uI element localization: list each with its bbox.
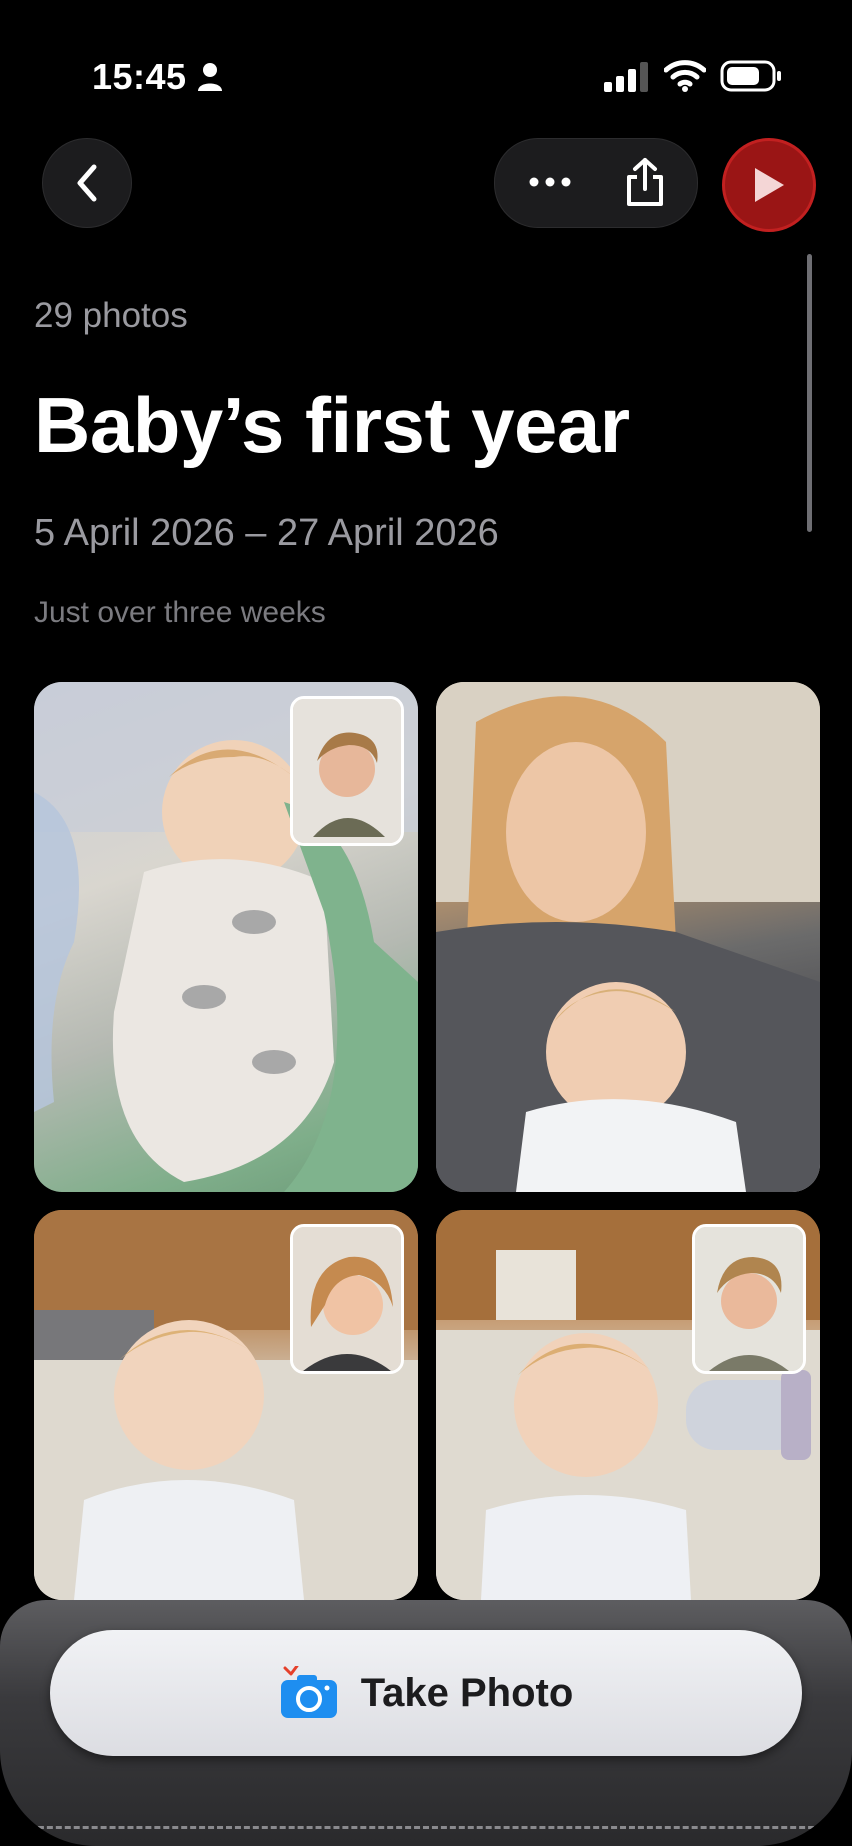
album-date-range: 5 April 2026 – 27 April 2026 bbox=[34, 512, 499, 554]
photo-count: 29 photos bbox=[34, 296, 188, 335]
more-icon[interactable] bbox=[525, 167, 575, 197]
person-icon bbox=[198, 63, 222, 91]
photo-tile[interactable] bbox=[436, 682, 820, 1192]
bottom-action-bar: Take Photo bbox=[0, 1600, 852, 1846]
selfie-inset bbox=[692, 1224, 806, 1374]
play-icon bbox=[755, 168, 784, 202]
back-button[interactable] bbox=[42, 138, 132, 228]
album-title: Baby’s first year bbox=[34, 381, 630, 469]
play-button[interactable] bbox=[722, 138, 816, 232]
cellular-icon bbox=[604, 62, 648, 92]
bar-stitching bbox=[20, 1826, 832, 1829]
status-bar: 15:45 bbox=[0, 0, 852, 150]
photo-tile[interactable] bbox=[436, 1210, 820, 1600]
share-icon[interactable] bbox=[623, 157, 667, 207]
status-time: 15:45 bbox=[92, 56, 187, 97]
actions-pill bbox=[494, 138, 698, 228]
photo-image bbox=[436, 682, 820, 1192]
battery-icon bbox=[720, 60, 781, 92]
chevron-left-icon bbox=[77, 164, 97, 202]
photo-tile[interactable] bbox=[34, 1210, 418, 1600]
selfie-inset bbox=[290, 1224, 404, 1374]
take-photo-label: Take Photo bbox=[360, 1670, 574, 1715]
scroll-indicator[interactable] bbox=[807, 254, 812, 532]
take-photo-button[interactable]: Take Photo bbox=[50, 1630, 802, 1756]
wifi-icon bbox=[664, 60, 706, 92]
album-duration: Just over three weeks bbox=[34, 596, 326, 629]
app-screen: 15:45 29 photos Baby’s first year 5 Apri… bbox=[0, 0, 852, 1846]
photo-tile[interactable] bbox=[34, 682, 418, 1192]
camera-icon bbox=[280, 1666, 337, 1718]
selfie-inset bbox=[290, 696, 404, 846]
